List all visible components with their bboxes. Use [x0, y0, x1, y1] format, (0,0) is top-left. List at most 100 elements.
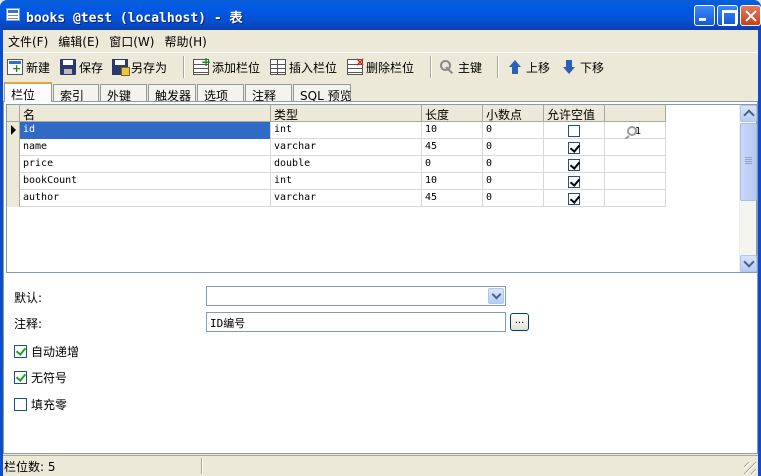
- fields-grid: 名 类型 长度 小数点 允许空值 id int 10 0 1 name varc…: [6, 104, 757, 273]
- cell-length[interactable]: 45: [422, 139, 483, 156]
- new-button[interactable]: 新建: [7, 57, 50, 77]
- default-value-select[interactable]: [206, 286, 506, 306]
- toolbar-separator: [183, 56, 185, 78]
- save-as-button[interactable]: 另存为: [112, 57, 167, 77]
- row-indicator[interactable]: [7, 139, 20, 156]
- arrow-down-icon: [561, 59, 577, 75]
- cell-length[interactable]: 10: [422, 122, 483, 139]
- cell-type[interactable]: varchar: [271, 190, 422, 207]
- tab-sql-preview[interactable]: SQL 预览: [293, 84, 352, 103]
- row-indicator[interactable]: [7, 190, 20, 207]
- allow-null-checkbox[interactable]: [568, 124, 580, 137]
- cell-name[interactable]: bookCount: [20, 173, 271, 190]
- cell-name[interactable]: name: [20, 139, 271, 156]
- primary-key-icon: [619, 125, 637, 138]
- key-icon: [439, 59, 455, 75]
- insert-field-label: 插入栏位: [289, 60, 338, 75]
- cell-allow-null[interactable]: [544, 173, 605, 190]
- new-label: 新建: [26, 60, 51, 75]
- scroll-up-button[interactable]: [740, 105, 757, 122]
- primary-key-button[interactable]: 主键: [439, 57, 482, 77]
- column-header-allow-null[interactable]: 允许空值: [544, 105, 605, 122]
- allow-null-checkbox[interactable]: [568, 192, 580, 205]
- grid-vertical-scrollbar[interactable]: [739, 105, 757, 272]
- cell-decimals[interactable]: 0: [483, 173, 544, 190]
- menu-help[interactable]: 帮助(H): [159, 30, 211, 50]
- zerofill-label: 填充零: [31, 398, 68, 412]
- allow-null-checkbox[interactable]: [568, 175, 580, 188]
- cell-name[interactable]: id: [20, 122, 271, 139]
- tab-indexes[interactable]: 索引: [53, 84, 99, 103]
- scroll-down-button[interactable]: [740, 255, 757, 272]
- cell-allow-null[interactable]: [544, 190, 605, 207]
- cell-length[interactable]: 0: [422, 156, 483, 173]
- tab-fields[interactable]: 栏位: [4, 82, 52, 102]
- unsigned-label: 无符号: [31, 371, 68, 385]
- status-separator: [201, 458, 203, 474]
- tab-options[interactable]: 选项: [197, 84, 244, 103]
- minimize-button[interactable]: [694, 5, 715, 26]
- title-bar: books @test (localhost) - 表: [0, 0, 761, 30]
- cell-allow-null[interactable]: [544, 156, 605, 173]
- cell-type[interactable]: double: [271, 156, 422, 173]
- cell-type[interactable]: varchar: [271, 139, 422, 156]
- insert-field-button[interactable]: 插入栏位: [270, 57, 337, 77]
- menu-file[interactable]: 文件(F): [3, 30, 53, 50]
- table-row[interactable]: bookCount int 10 0: [7, 173, 666, 190]
- move-down-button[interactable]: 下移: [561, 57, 604, 77]
- grid-header: 名 类型 长度 小数点 允许空值: [7, 105, 666, 122]
- tab-foreign-keys[interactable]: 外键: [100, 84, 147, 103]
- close-button[interactable]: [740, 5, 761, 26]
- cell-allow-null[interactable]: [544, 122, 605, 139]
- cell-key: [605, 190, 666, 207]
- table-row[interactable]: id int 10 0 1: [7, 122, 666, 139]
- cell-decimals[interactable]: 0: [483, 139, 544, 156]
- tab-triggers[interactable]: 触发器: [148, 84, 196, 103]
- table-app-icon: [6, 8, 20, 21]
- resize-grip-icon[interactable]: [744, 462, 756, 474]
- delete-field-icon: [347, 55, 365, 75]
- menu-edit[interactable]: 编辑(E): [53, 30, 104, 50]
- row-indicator[interactable]: [7, 122, 20, 139]
- move-up-button[interactable]: 上移: [507, 57, 550, 77]
- comment-input[interactable]: ID编号: [206, 312, 506, 332]
- table-row[interactable]: price double 0 0: [7, 156, 666, 173]
- cell-decimals[interactable]: 0: [483, 122, 544, 139]
- column-header-decimals[interactable]: 小数点: [483, 105, 544, 122]
- maximize-button[interactable]: [717, 5, 738, 26]
- column-header-name[interactable]: 名: [20, 105, 271, 122]
- cell-decimals[interactable]: 0: [483, 156, 544, 173]
- cell-key: [605, 156, 666, 173]
- cell-name[interactable]: author: [20, 190, 271, 207]
- table-row[interactable]: name varchar 45 0: [7, 139, 666, 156]
- scroll-thumb[interactable]: [740, 123, 757, 201]
- cell-length[interactable]: 10: [422, 173, 483, 190]
- cell-name[interactable]: price: [20, 156, 271, 173]
- allow-null-checkbox[interactable]: [568, 141, 580, 154]
- add-field-button[interactable]: 添加栏位: [193, 55, 260, 77]
- save-button[interactable]: 保存: [60, 57, 103, 77]
- delete-field-button[interactable]: 删除栏位: [347, 55, 414, 77]
- auto-increment-option[interactable]: 自动递增: [14, 343, 79, 360]
- auto-increment-checkbox[interactable]: [14, 345, 27, 358]
- column-header-length[interactable]: 长度: [422, 105, 483, 122]
- tab-comment[interactable]: 注释: [245, 84, 292, 103]
- unsigned-option[interactable]: 无符号: [14, 369, 67, 386]
- unsigned-checkbox[interactable]: [14, 371, 27, 384]
- allow-null-checkbox[interactable]: [568, 158, 580, 171]
- row-indicator[interactable]: [7, 173, 20, 190]
- zerofill-checkbox[interactable]: [14, 398, 27, 411]
- cell-allow-null[interactable]: [544, 139, 605, 156]
- row-indicator[interactable]: [7, 156, 20, 173]
- cell-type[interactable]: int: [271, 173, 422, 190]
- cell-decimals[interactable]: 0: [483, 190, 544, 207]
- comment-ellipsis-button[interactable]: ...: [510, 313, 529, 331]
- column-header-type[interactable]: 类型: [271, 105, 422, 122]
- arrow-up-icon: [507, 59, 523, 75]
- menu-window[interactable]: 窗口(W): [104, 30, 159, 50]
- chevron-down-icon[interactable]: [488, 288, 504, 304]
- cell-type[interactable]: int: [271, 122, 422, 139]
- cell-length[interactable]: 45: [422, 190, 483, 207]
- zerofill-option[interactable]: 填充零: [14, 396, 67, 413]
- table-row[interactable]: author varchar 45 0: [7, 190, 666, 207]
